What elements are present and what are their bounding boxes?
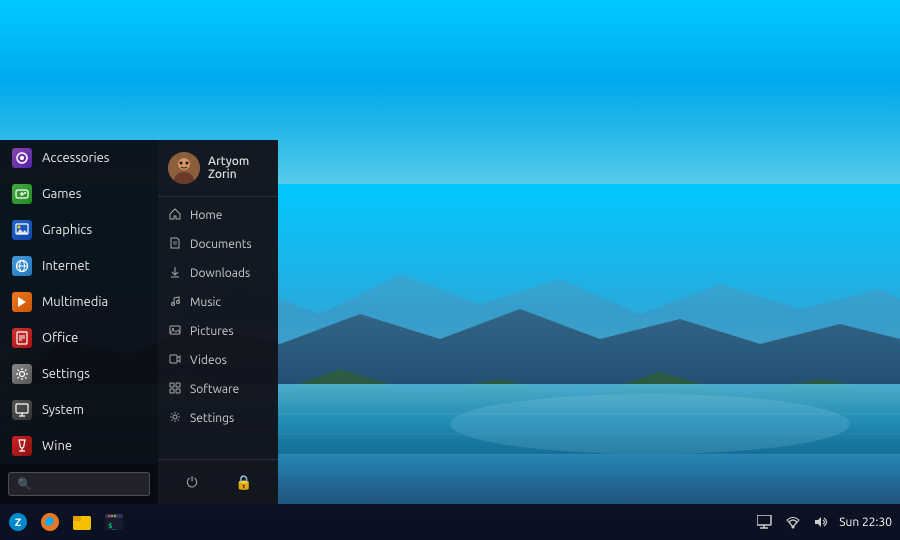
right-nav-icon-pictures (168, 324, 182, 339)
right-nav-documents[interactable]: Documents (158, 230, 278, 259)
menu-item-office[interactable]: Office (0, 320, 158, 356)
lock-button[interactable]: 🔒 (230, 468, 258, 496)
menu-icon-multimedia (12, 292, 32, 312)
menu-label-games: Games (42, 187, 81, 201)
right-nav-label-pictures: Pictures (190, 325, 234, 338)
right-nav-settings[interactable]: Settings (158, 404, 278, 433)
taskbar-icon-firefox[interactable] (36, 508, 64, 536)
menu-label-system: System (42, 403, 84, 417)
menu-label-internet: Internet (42, 259, 90, 273)
menu-icon-system (12, 400, 32, 420)
right-panel-bottom: ⏻ 🔒 (158, 459, 278, 504)
right-nav-pictures[interactable]: Pictures (158, 317, 278, 346)
menu-icon-games (12, 184, 32, 204)
menu-icon-accessories (12, 148, 32, 168)
right-nav-videos[interactable]: Videos (158, 346, 278, 375)
menu-icon-settings (12, 364, 32, 384)
menu-label-settings: Settings (42, 367, 90, 381)
menu-item-graphics[interactable]: Graphics (0, 212, 158, 248)
right-nav-icon-downloads (168, 266, 182, 281)
right-nav-label-videos: Videos (190, 354, 227, 367)
right-nav: Home Documents Downloads Music Pictures … (158, 197, 278, 459)
taskbar-right: Sun 22:30 (747, 512, 900, 532)
menu-item-system[interactable]: System (0, 392, 158, 428)
user-section[interactable]: Artyom Zorin (158, 140, 278, 197)
svg-text:$_: $_ (108, 522, 117, 530)
menu-item-accessories[interactable]: Accessories (0, 140, 158, 176)
right-nav-label-music: Music (190, 296, 221, 309)
menu-item-games[interactable]: Games (0, 176, 158, 212)
taskbar: Z $_ Sun 22:30 (0, 504, 900, 540)
right-nav-label-software: Software (190, 383, 239, 396)
right-nav-icon-music (168, 295, 182, 310)
clock: Sun 22:30 (839, 516, 892, 529)
taskbar-icon-terminal[interactable]: $_ (100, 508, 128, 536)
svg-text:Z: Z (15, 517, 22, 529)
right-panel: Artyom Zorin Home Documents Downloads Mu… (158, 140, 278, 504)
menu-label-accessories: Accessories (42, 151, 109, 165)
taskbar-icon-zorin-menu[interactable]: Z (4, 508, 32, 536)
menu-item-wine[interactable]: Wine (0, 428, 158, 464)
right-nav-music[interactable]: Music (158, 288, 278, 317)
right-nav-icon-software (168, 382, 182, 397)
menu-label-graphics: Graphics (42, 223, 92, 237)
menu-label-multimedia: Multimedia (42, 295, 108, 309)
menu-items: Accessories Games Graphics Internet Mult… (0, 140, 158, 464)
right-nav-home[interactable]: Home (158, 201, 278, 230)
right-nav-label-downloads: Downloads (190, 267, 250, 280)
power-button[interactable]: ⏻ (178, 468, 206, 496)
menu-icon-internet (12, 256, 32, 276)
menu-icon-wine (12, 436, 32, 456)
right-nav-icon-settings (168, 411, 182, 426)
menu-icon-office (12, 328, 32, 348)
menu-label-wine: Wine (42, 439, 72, 453)
menu-item-settings[interactable]: Settings (0, 356, 158, 392)
username: Artyom Zorin (208, 155, 268, 181)
left-panel: Accessories Games Graphics Internet Mult… (0, 140, 158, 504)
network-icon[interactable] (783, 512, 803, 532)
screen-icon[interactable] (755, 512, 775, 532)
menu-icon-graphics (12, 220, 32, 240)
right-nav-icon-documents (168, 237, 182, 252)
menu-label-office: Office (42, 331, 78, 345)
desktop: Accessories Games Graphics Internet Mult… (0, 0, 900, 540)
search-bar (0, 464, 158, 504)
avatar (168, 152, 200, 184)
right-nav-icon-videos (168, 353, 182, 368)
right-nav-downloads[interactable]: Downloads (158, 259, 278, 288)
right-nav-icon-home (168, 208, 182, 223)
right-nav-software[interactable]: Software (158, 375, 278, 404)
menu-item-internet[interactable]: Internet (0, 248, 158, 284)
taskbar-left: Z $_ (0, 508, 132, 536)
menu-item-multimedia[interactable]: Multimedia (0, 284, 158, 320)
right-nav-label-home: Home (190, 209, 222, 222)
right-nav-label-settings: Settings (190, 412, 234, 425)
right-nav-label-documents: Documents (190, 238, 252, 251)
start-menu: Accessories Games Graphics Internet Mult… (0, 140, 278, 504)
search-input[interactable] (8, 472, 150, 496)
volume-icon[interactable] (811, 512, 831, 532)
taskbar-icon-files[interactable] (68, 508, 96, 536)
